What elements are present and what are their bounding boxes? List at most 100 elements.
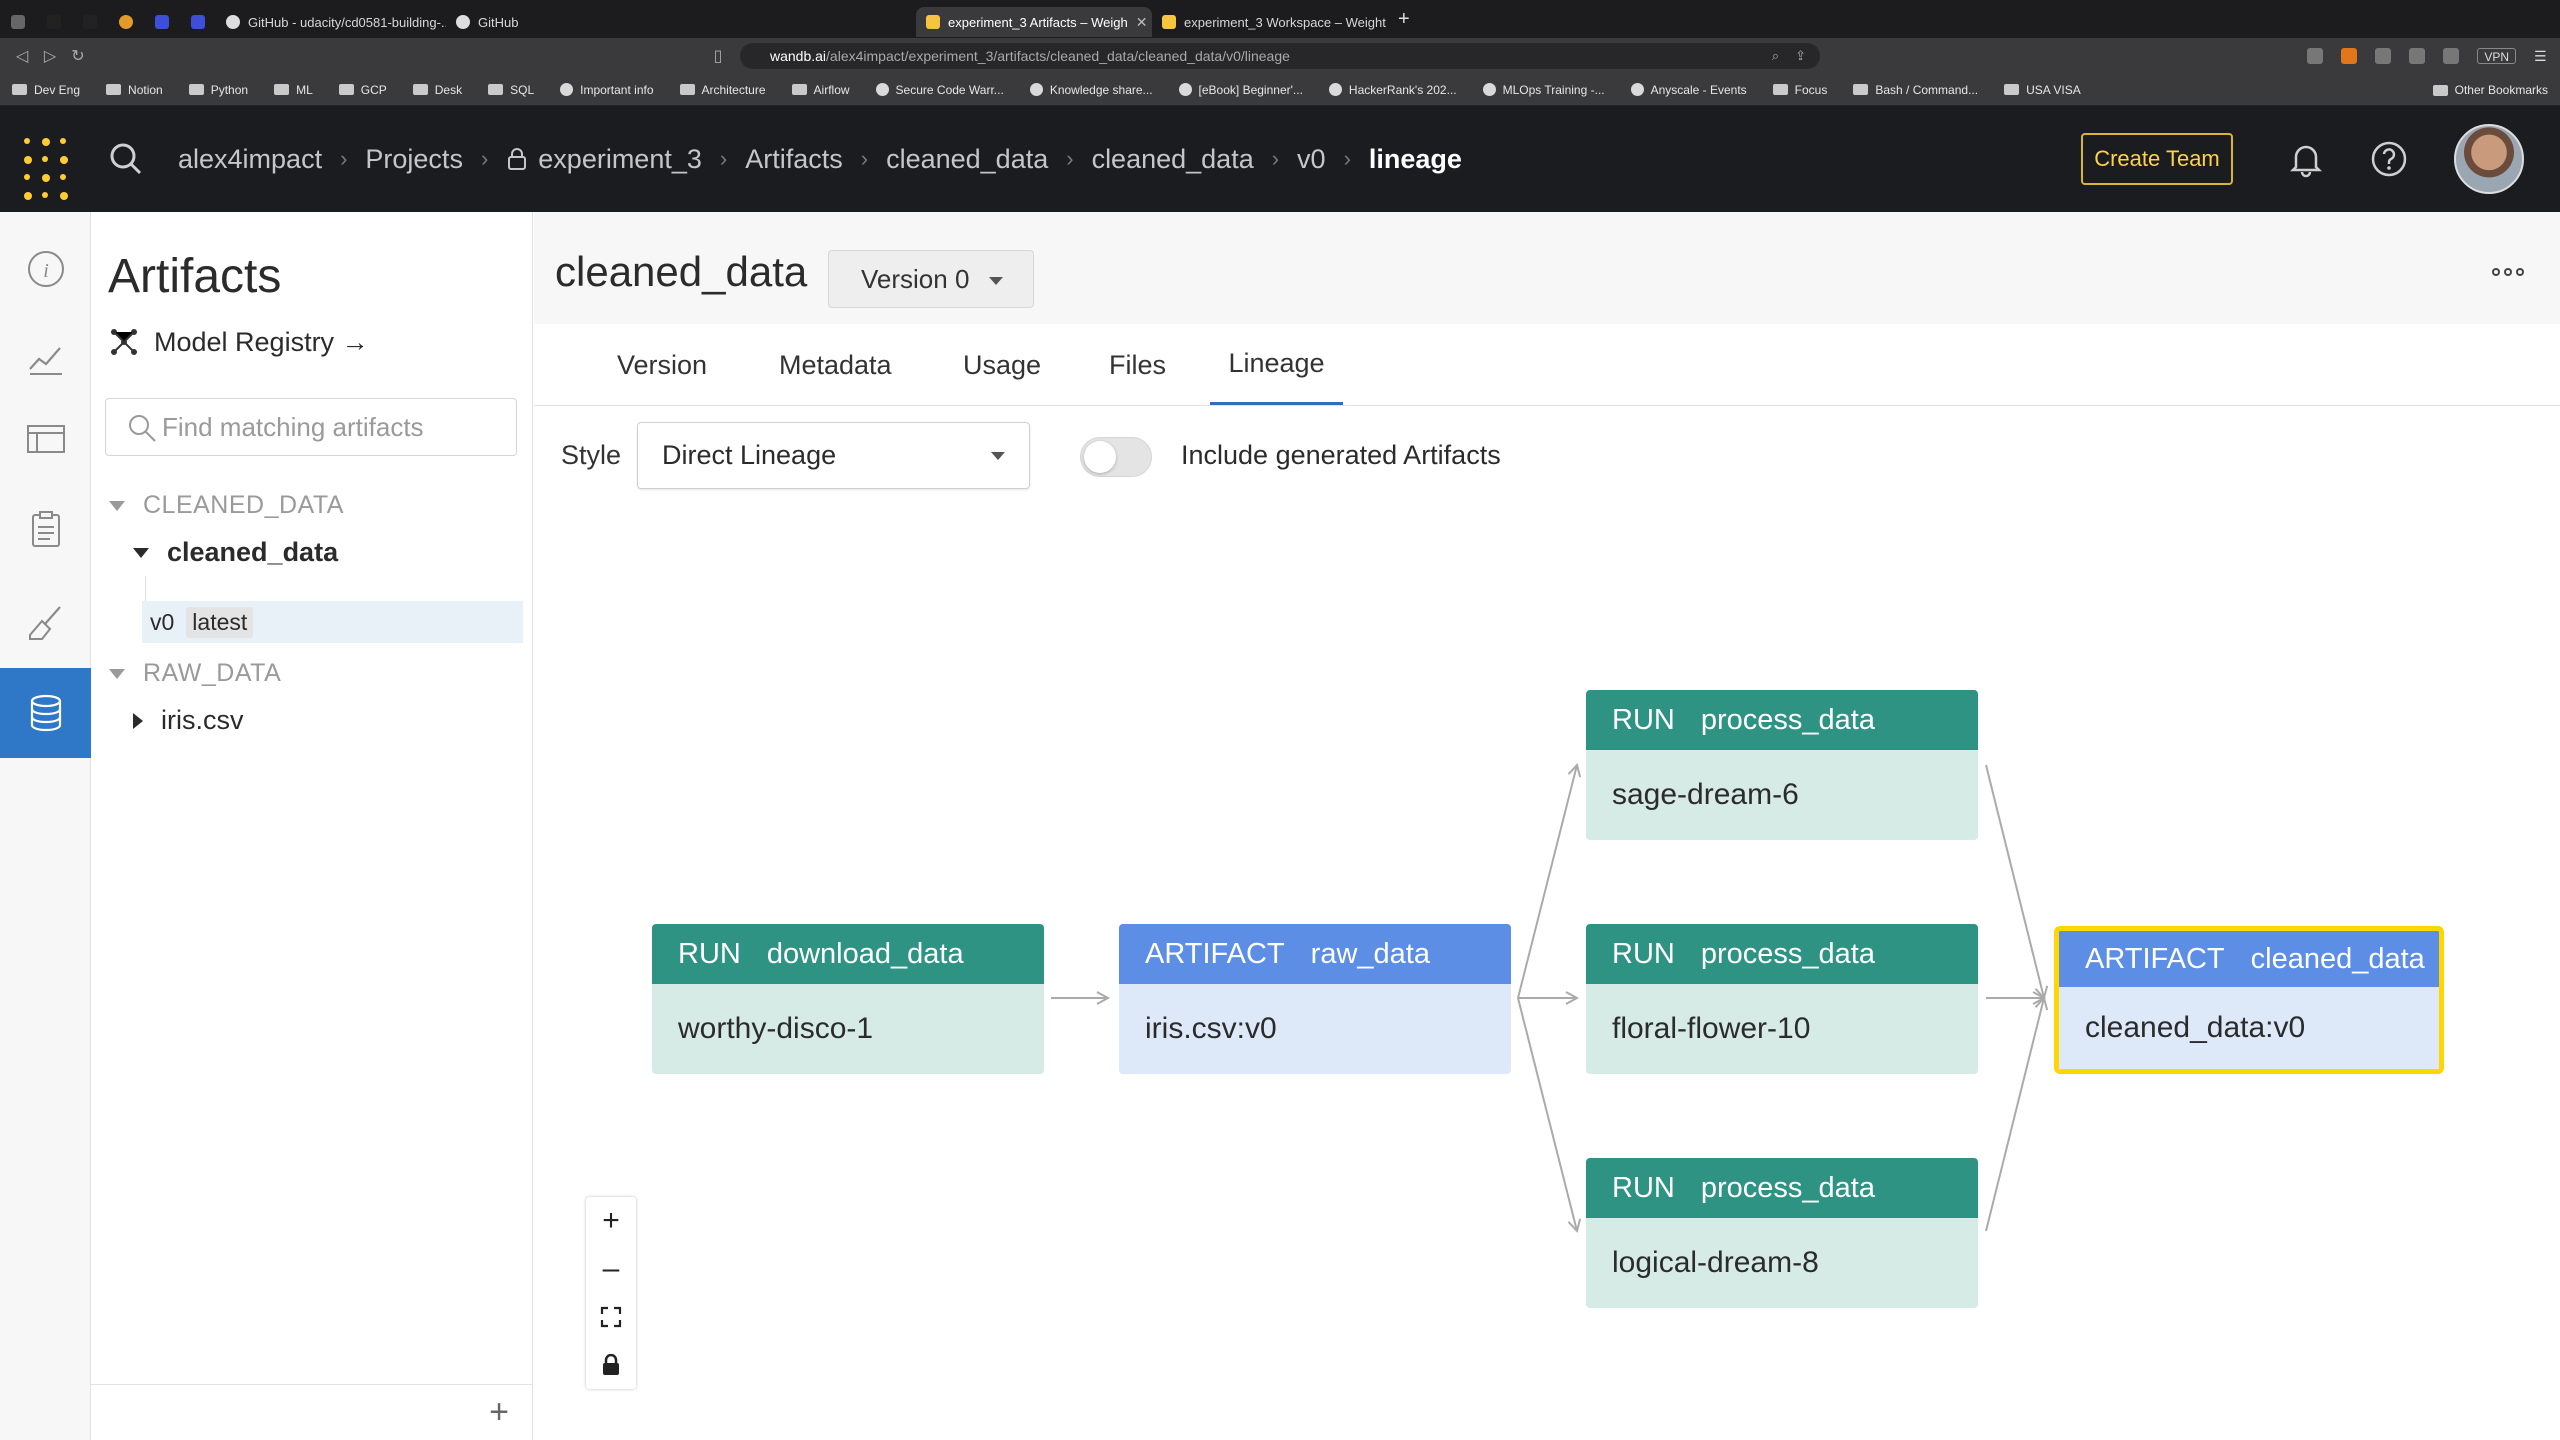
fit-view-icon[interactable]: [586, 1293, 636, 1341]
bookmark-item[interactable]: USA VISA: [2004, 83, 2081, 97]
model-registry-link[interactable]: Model Registry →: [108, 326, 369, 358]
create-team-button[interactable]: Create Team: [2081, 133, 2233, 185]
zoom-in-icon[interactable]: +: [586, 1197, 636, 1245]
lock-icon: [508, 148, 527, 170]
lineage-edge: [1517, 765, 1577, 999]
overview-nav-button[interactable]: i: [0, 224, 91, 314]
breadcrumb-version[interactable]: v0: [1297, 144, 1326, 175]
pinned-tab[interactable]: [180, 7, 216, 37]
search-input[interactable]: [162, 411, 502, 443]
pinned-tab[interactable]: [108, 7, 144, 37]
bookmark-item[interactable]: SQL: [488, 83, 534, 97]
model-registry-label: Model Registry →: [154, 326, 369, 357]
bookmark-item[interactable]: HackerRank's 202...: [1328, 83, 1457, 97]
bookmark-item[interactable]: GCP: [338, 83, 387, 97]
breadcrumb-artifact-type[interactable]: cleaned_data: [886, 144, 1048, 175]
node-name: floral-flower-10: [1586, 984, 1978, 1074]
extension-icon[interactable]: [2307, 48, 2324, 64]
bookmark-label: Important info: [580, 82, 654, 97]
vpn-badge[interactable]: VPN: [2477, 48, 2516, 64]
new-tab-icon[interactable]: +: [1398, 8, 1410, 31]
artifact-type-group[interactable]: CLEANED_DATA: [109, 491, 344, 520]
bookmark-label: Dev Eng: [34, 82, 81, 97]
lineage-node-run[interactable]: RUN process_data sage-dream-6: [1586, 690, 1978, 840]
share-icon[interactable]: ⇪: [1795, 48, 1806, 64]
back-icon[interactable]: ◁: [8, 46, 36, 66]
artifact-collection[interactable]: cleaned_data: [133, 537, 338, 568]
bookmark-item[interactable]: Anyscale - Events: [1630, 83, 1747, 97]
close-icon[interactable]: ✕: [1136, 14, 1148, 31]
sweeps-nav-button[interactable]: [0, 578, 91, 668]
breadcrumb-artifacts[interactable]: Artifacts: [745, 144, 843, 175]
bookmark-item[interactable]: Dev Eng: [12, 83, 80, 97]
pinned-tab[interactable]: [36, 7, 72, 37]
other-bookmarks[interactable]: Other Bookmarks: [2432, 74, 2548, 106]
bookmark-item[interactable]: ML: [274, 83, 313, 97]
address-bar[interactable]: wandb.ai/alex4impact/experiment_3/artifa…: [740, 43, 1820, 69]
bookmark-item[interactable]: Architecture: [679, 83, 766, 97]
folder-icon: [679, 84, 695, 95]
bookmark-item[interactable]: Important info: [560, 82, 654, 97]
bookmark-icon[interactable]: ▯: [704, 46, 732, 66]
lineage-node-run[interactable]: RUN process_data logical-dream-8: [1586, 1158, 1978, 1308]
avatar[interactable]: [2454, 124, 2524, 194]
reload-icon[interactable]: ↻: [64, 46, 92, 66]
help-icon[interactable]: [2369, 139, 2409, 179]
extension-icon[interactable]: [2341, 48, 2358, 64]
lineage-node-artifact[interactable]: ARTIFACT raw_data iris.csv:v0: [1119, 924, 1511, 1074]
artifact-version-row[interactable]: v0 latest: [142, 601, 523, 643]
bookmark-item[interactable]: Knowledge share...: [1029, 83, 1153, 97]
breadcrumb-project[interactable]: experiment_3: [538, 144, 702, 175]
bookmark-item[interactable]: MLOps Training -...: [1482, 83, 1605, 97]
pinned-tab[interactable]: [72, 7, 108, 37]
charts-nav-button[interactable]: [0, 314, 91, 404]
sidebar-icon[interactable]: [2409, 48, 2426, 64]
bookmark-item[interactable]: Secure Code Warr...: [875, 83, 1004, 97]
browser-tab[interactable]: [666, 7, 916, 37]
add-icon[interactable]: +: [489, 1393, 509, 1432]
reports-nav-button[interactable]: [0, 484, 91, 574]
lock-icon[interactable]: [586, 1341, 636, 1389]
artifact-type-group[interactable]: RAW_DATA: [109, 659, 281, 688]
bookmark-item[interactable]: Desk: [412, 83, 462, 97]
forward-icon[interactable]: ▷: [36, 46, 64, 66]
wandb-logo-icon[interactable]: [24, 138, 68, 200]
caret-right-icon: [133, 712, 143, 729]
wallet-icon[interactable]: [2443, 48, 2460, 64]
pinned-tab[interactable]: [144, 7, 180, 37]
browser-tab[interactable]: GitHub - udacity/cd0581-building-...: [216, 7, 446, 37]
zoom-out-icon[interactable]: –: [586, 1245, 636, 1293]
bookmark-item[interactable]: Focus: [1772, 83, 1827, 97]
bookmark-item[interactable]: Airflow: [791, 83, 850, 97]
bell-icon[interactable]: [2286, 139, 2326, 179]
browser-tab[interactable]: GitHub: [446, 7, 666, 37]
bookmark-item[interactable]: Python: [188, 83, 248, 97]
lineage-node-run[interactable]: RUN process_data floral-flower-10: [1586, 924, 1978, 1074]
zoom-icon[interactable]: ⌕: [1772, 48, 1779, 64]
pinned-tab[interactable]: [0, 7, 36, 37]
breadcrumb-entity[interactable]: alex4impact: [178, 144, 322, 175]
chevron-right-icon: ›: [860, 146, 869, 171]
bookmark-item[interactable]: [eBook] Beginner'...: [1178, 83, 1303, 97]
search-icon[interactable]: [106, 139, 146, 179]
sidebar-title: Artifacts: [108, 250, 282, 303]
chevron-right-icon: ›: [1343, 146, 1351, 171]
browser-tab-active[interactable]: experiment_3 Artifacts – Weigh ✕: [916, 7, 1152, 37]
bookmark-item[interactable]: Notion: [106, 83, 163, 97]
database-icon: [30, 694, 61, 732]
breadcrumb-artifact-name[interactable]: cleaned_data: [1092, 144, 1254, 175]
puzzle-icon[interactable]: [2375, 48, 2392, 64]
menu-icon[interactable]: ☰: [2534, 48, 2550, 64]
site-icon: [1029, 83, 1043, 96]
wandb-favicon-icon: [1162, 15, 1176, 29]
artifact-collection[interactable]: iris.csv: [133, 705, 244, 736]
bookmark-item[interactable]: Bash / Command...: [1853, 83, 1978, 97]
folder-icon: [338, 84, 354, 95]
lineage-node-artifact-selected[interactable]: ARTIFACT cleaned_data cleaned_data:v0: [2054, 926, 2444, 1074]
breadcrumb-projects[interactable]: Projects: [365, 144, 463, 175]
lineage-node-run[interactable]: RUN download_data worthy-disco-1: [652, 924, 1044, 1074]
browser-tab[interactable]: experiment_3 Workspace – Weight: [1152, 7, 1388, 37]
table-nav-button[interactable]: [0, 394, 91, 484]
artifacts-nav-button[interactable]: [0, 668, 91, 758]
site-icon: [560, 83, 574, 96]
